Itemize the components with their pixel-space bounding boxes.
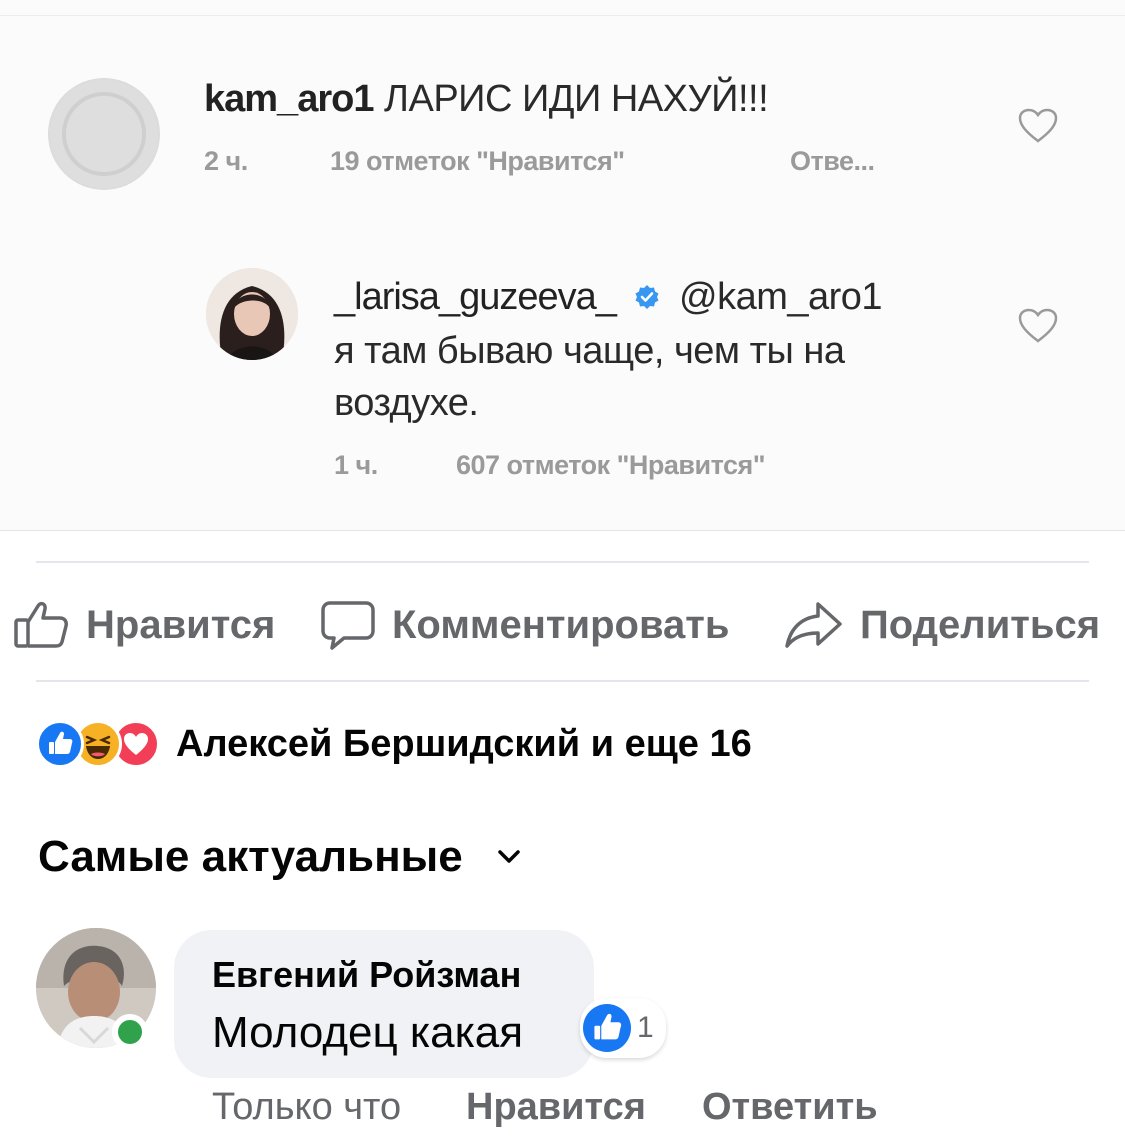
like-icon xyxy=(583,1004,631,1052)
comment-likes[interactable]: 19 отметок "Нравится" xyxy=(330,146,625,177)
comment-reactions-badge[interactable]: 1 xyxy=(580,998,666,1058)
thumbs-up-icon xyxy=(14,601,68,648)
reply-likes[interactable]: 607 отметок "Нравится" xyxy=(456,450,766,481)
reply-text-line-2: воздухе. xyxy=(334,382,479,424)
instagram-screenshot: kam_aro1 ЛАРИС ИДИ НАХУЙ!!! 2 ч. 19 отме… xyxy=(0,0,1125,531)
reactions-text: Алексей Бершидский и еще 16 xyxy=(176,722,752,765)
divider xyxy=(36,680,1089,682)
default-avatar xyxy=(48,78,160,190)
reply-username[interactable]: _larisa_guzeeva_ xyxy=(334,276,617,318)
comment-timestamp: Только что xyxy=(212,1086,402,1128)
comment-reply-action[interactable]: Ответить xyxy=(702,1086,878,1129)
reply-mention[interactable]: @kam_aro1 xyxy=(679,276,883,318)
person-silhouette-icon xyxy=(50,80,158,188)
comment-line: kam_aro1 ЛАРИС ИДИ НАХУЙ!!! xyxy=(204,78,769,121)
comment-time: 2 ч. xyxy=(204,146,248,176)
like-button[interactable]: Нравится xyxy=(14,600,275,650)
share-label: Поделиться xyxy=(860,602,1101,647)
verified-badge-icon xyxy=(635,284,659,309)
comment-text: Молодец какая xyxy=(212,1008,524,1057)
divider xyxy=(36,561,1089,563)
comment-bubble: Евгений Ройзман Молодец какая xyxy=(174,930,594,1078)
like-icon xyxy=(36,720,84,768)
online-status-indicator xyxy=(112,1014,148,1050)
comment-username[interactable]: kam_aro1 xyxy=(204,78,374,120)
comment-like-action[interactable]: Нравится xyxy=(466,1086,646,1129)
share-arrow-icon xyxy=(785,602,842,648)
comment-sort-dropdown[interactable]: Самые актуальные xyxy=(38,832,521,882)
share-button[interactable]: Поделиться xyxy=(784,600,1100,650)
comment-button[interactable]: Комментировать xyxy=(320,600,729,650)
comment-like-count: 1 xyxy=(637,1011,654,1044)
comment-author[interactable]: Евгений Ройзман xyxy=(212,954,521,996)
sort-label: Самые актуальные xyxy=(38,832,463,881)
reply-time: 1 ч. xyxy=(334,450,378,480)
reply-link[interactable]: Отве... xyxy=(790,146,875,177)
divider xyxy=(0,15,1125,16)
comment-bubble-icon xyxy=(321,601,375,650)
reactions-summary[interactable]: Алексей Бершидский и еще 16 xyxy=(36,720,752,768)
heart-icon[interactable] xyxy=(1018,308,1058,344)
like-label: Нравится xyxy=(86,602,276,647)
heart-icon[interactable] xyxy=(1018,108,1058,144)
profile-photo xyxy=(206,268,298,360)
reply-header: _larisa_guzeeva_ @kam_aro1 xyxy=(334,276,883,319)
larisa-avatar[interactable] xyxy=(206,268,298,360)
comment-text: ЛАРИС ИДИ НАХУЙ!!! xyxy=(384,78,769,120)
comment-label: Комментировать xyxy=(392,602,730,647)
chevron-down-icon xyxy=(497,850,520,863)
reply-text-line-1: я там бываю чаще, чем ты на xyxy=(334,330,845,372)
